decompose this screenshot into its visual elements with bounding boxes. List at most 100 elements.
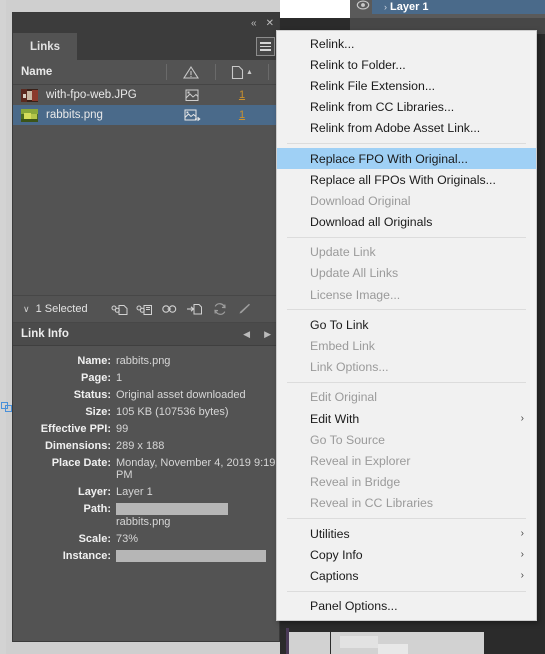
next-link-icon[interactable]: ▶ (264, 329, 271, 340)
menu-item-label: Link Options... (310, 360, 389, 375)
column-divider (268, 64, 269, 80)
links-column-header: Name ▲ (13, 60, 279, 85)
link-info-label: Name: (77, 354, 111, 367)
collapse-icon[interactable]: « (251, 18, 257, 29)
link-info-row: Place Date: Monday, November 4, 2019 9:19… (13, 454, 279, 483)
link-info-value: 105 KB (107536 bytes) (116, 405, 229, 418)
update-link-icon[interactable] (186, 302, 203, 317)
edit-original-icon[interactable] (236, 302, 253, 317)
link-info-value: Monday, November 4, 2019 9:19 PM (116, 456, 276, 481)
layer-name-label: Layer 1 (390, 1, 429, 13)
menu-item-label: Go To Source (310, 432, 385, 447)
relink-all-icon[interactable] (136, 302, 153, 317)
menu-item-relink-to-folder[interactable]: Relink to Folder... (277, 54, 536, 75)
fpo-link-modified-icon (184, 109, 201, 121)
menu-item-label: Reveal in CC Libraries (310, 496, 434, 511)
panel-titlebar: « ✕ (13, 13, 279, 33)
links-selection-toolbar: ∨ 1 Selected (13, 295, 279, 323)
link-info-row: Name: rabbits.png (13, 352, 279, 369)
table-row[interactable]: with-fpo-web.JPG 1 (13, 85, 279, 105)
menu-item-edit-original: Edit Original (277, 387, 536, 408)
link-info-value (116, 549, 266, 563)
link-info-fields: Name: rabbits.png Page: 1 Status: Original as… (13, 346, 279, 565)
tab-links[interactable]: Links (13, 33, 78, 60)
column-header-name[interactable]: Name (13, 66, 166, 78)
link-info-row: Path: rabbits.png (13, 500, 279, 530)
menu-separator (287, 517, 526, 519)
menu-line (260, 45, 271, 48)
menu-item-link-options: Link Options... (277, 357, 536, 378)
menu-item-label: Edit With (310, 411, 360, 426)
document-canvas-divider (330, 632, 331, 654)
menu-item-copy-info[interactable]: Copy Info › (277, 544, 536, 565)
relink-icon[interactable] (111, 302, 128, 317)
link-info-row: Dimensions: 289 x 188 (13, 437, 279, 454)
column-header-status[interactable] (167, 65, 215, 80)
link-info-value: Original asset downloaded (116, 388, 246, 401)
link-page-cell[interactable]: 1 (216, 89, 268, 101)
links-panel: « ✕ Links Name ▲ with-fpo-web.JPG 1 rabb… (12, 12, 280, 642)
link-info-value: 73% (116, 532, 139, 545)
menu-item-label: Panel Options... (310, 599, 398, 614)
menu-separator (287, 590, 526, 592)
layer-row[interactable]: › Layer 1 (372, 0, 545, 14)
eye-icon[interactable] (356, 0, 370, 12)
menu-item-relink[interactable]: Relink... (277, 33, 536, 54)
menu-item-edit-with[interactable]: Edit With › (277, 408, 536, 429)
menu-item-go-to-link[interactable]: Go To Link (277, 314, 536, 335)
document-canvas-top (280, 0, 350, 18)
chevron-right-icon[interactable]: › (384, 0, 387, 14)
link-info-label: Status: (73, 388, 111, 401)
menu-item-replace-fpo-with-original[interactable]: Replace FPO With Original... (277, 147, 536, 170)
panel-menu-icon[interactable] (256, 37, 275, 56)
menu-item-captions[interactable]: Captions › (277, 565, 536, 586)
menu-item-label: Replace all FPOs With Originals... (310, 172, 496, 187)
chevron-down-icon[interactable]: ∨ (23, 304, 30, 315)
sort-ascending-icon[interactable]: ▲ (246, 69, 253, 76)
links-toolbar-icons (111, 302, 279, 317)
link-status-cell[interactable] (168, 89, 216, 102)
submenu-arrow-icon: › (520, 413, 524, 425)
selected-count-label: 1 Selected (35, 303, 88, 315)
menu-item-label: Update Link (310, 245, 376, 260)
warning-triangle-icon (183, 65, 199, 79)
menu-item-relink-from-cc-libraries[interactable]: Relink from CC Libraries... (277, 97, 536, 118)
menu-item-utilities[interactable]: Utilities › (277, 523, 536, 544)
menu-separator (287, 236, 526, 238)
link-info-value: 289 x 188 (116, 439, 165, 452)
link-info-nav: ◀ ▶ (243, 323, 271, 345)
menu-item-relink-from-adobe-asset-link[interactable]: Relink from Adobe Asset Link... (277, 118, 536, 139)
link-info-value-text: rabbits.png (116, 515, 171, 528)
menu-item-label: Reveal in Explorer (310, 453, 411, 468)
column-header-page[interactable]: ▲ (216, 65, 268, 80)
menu-item-replace-all-fpos-with-originals[interactable]: Replace all FPOs With Originals... (277, 169, 536, 190)
previous-link-icon[interactable]: ◀ (243, 329, 250, 340)
refresh-icon[interactable] (211, 302, 228, 317)
menu-item-download-original: Download Original (277, 190, 536, 211)
link-info-value: rabbits.png (116, 354, 171, 367)
submenu-arrow-icon: › (520, 570, 524, 582)
link-info-header: Link Info ◀ ▶ (13, 323, 279, 346)
link-status-cell[interactable] (168, 109, 216, 122)
menu-item-panel-options[interactable]: Panel Options... (277, 596, 536, 617)
go-to-link-icon[interactable] (161, 302, 178, 317)
menu-item-label: Go To Link (310, 317, 369, 332)
link-thumbnail (21, 108, 38, 122)
links-panel-context-menu: Relink... Relink to Folder... Relink File … (276, 30, 537, 621)
menu-item-label: Replace FPO With Original... (310, 151, 468, 166)
menu-item-relink-file-extension[interactable]: Relink File Extension... (277, 75, 536, 96)
menu-line (260, 42, 271, 44)
link-info-row: Effective PPI: 99 (13, 420, 279, 437)
link-info-label: Instance: (62, 549, 111, 562)
close-icon[interactable]: ✕ (266, 18, 274, 29)
menu-item-download-all-originals[interactable]: Download all Originals (277, 212, 536, 233)
link-page-cell[interactable]: 1 (216, 109, 268, 121)
menu-item-label: Relink File Extension... (310, 78, 436, 93)
fpo-link-icon (185, 89, 198, 101)
link-name-label: rabbits.png (46, 109, 103, 121)
menu-separator (287, 381, 526, 383)
table-row[interactable]: rabbits.png 1 (13, 105, 279, 125)
menu-item-embed-link: Embed Link (277, 335, 536, 356)
link-info-label: Effective PPI: (40, 422, 111, 435)
menu-item-label: Relink from CC Libraries... (310, 100, 455, 115)
